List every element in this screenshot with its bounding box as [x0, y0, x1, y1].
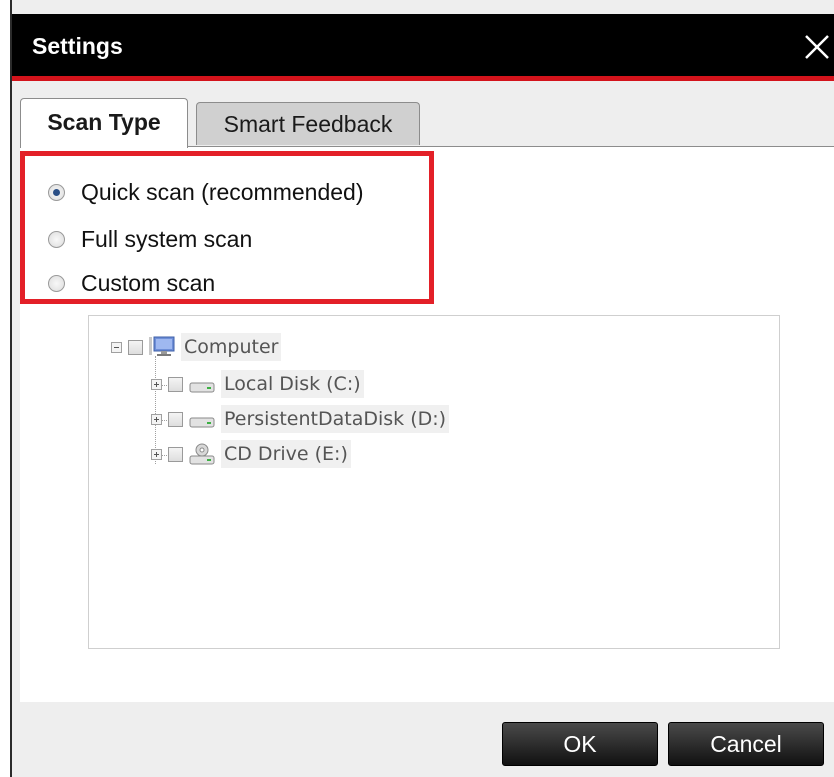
- local-disk-c-label: Local Disk (C:): [221, 370, 364, 398]
- folder-tree[interactable]: Computer Local Disk (C:) PersistentDataD…: [88, 315, 780, 649]
- option-full-system-scan[interactable]: Full system scan: [48, 224, 252, 254]
- expand-icon[interactable]: [151, 413, 162, 425]
- quick-scan-radio[interactable]: [48, 183, 65, 201]
- full-system-scan-radio[interactable]: [48, 230, 65, 248]
- cd-drive-e-checkbox[interactable]: [168, 446, 183, 462]
- cancel-button[interactable]: Cancel: [668, 722, 824, 766]
- option-quick-scan[interactable]: Quick scan (recommended): [48, 177, 364, 207]
- persistent-data-disk-d-checkbox[interactable]: [168, 411, 183, 427]
- close-icon[interactable]: [798, 28, 834, 64]
- expand-icon[interactable]: [151, 448, 162, 460]
- custom-scan-label: Custom scan: [81, 270, 216, 296]
- cd-drive-icon: [188, 442, 216, 466]
- computer-icon: [148, 335, 176, 359]
- persistent-data-disk-d-label: PersistentDataDisk (D:): [221, 405, 450, 433]
- computer-checkbox[interactable]: [128, 339, 143, 355]
- tree-node-cd-drive-e[interactable]: CD Drive (E:): [151, 439, 351, 469]
- title-bar: Settings: [12, 14, 834, 81]
- custom-scan-radio[interactable]: [48, 274, 65, 292]
- option-custom-scan[interactable]: Custom scan: [48, 268, 215, 298]
- hard-drive-icon: [188, 407, 216, 431]
- tree-node-persistent-data-disk-d[interactable]: PersistentDataDisk (D:): [151, 404, 450, 434]
- tab-scan-type[interactable]: Scan Type: [20, 98, 188, 148]
- computer-label: Computer: [181, 333, 282, 361]
- scan-type-panel: Quick scan (recommended) Full system sca…: [20, 146, 834, 702]
- full-system-scan-label: Full system scan: [81, 226, 253, 252]
- dialog-footer: OK Cancel: [12, 702, 834, 777]
- local-disk-c-checkbox[interactable]: [168, 376, 183, 392]
- quick-scan-label: Quick scan (recommended): [81, 179, 364, 205]
- hard-drive-icon: [188, 372, 216, 396]
- ok-button[interactable]: OK: [502, 722, 658, 766]
- tree-node-computer[interactable]: Computer: [111, 332, 282, 362]
- cd-drive-e-label: CD Drive (E:): [221, 440, 351, 468]
- expand-icon[interactable]: [151, 378, 162, 390]
- tree-node-local-disk-c[interactable]: Local Disk (C:): [151, 369, 364, 399]
- collapse-icon[interactable]: [111, 341, 122, 353]
- settings-dialog: Settings Scan Type Smart Feedback Quick …: [10, 0, 834, 777]
- tab-smart-feedback[interactable]: Smart Feedback: [196, 102, 420, 145]
- dialog-title: Settings: [32, 33, 123, 59]
